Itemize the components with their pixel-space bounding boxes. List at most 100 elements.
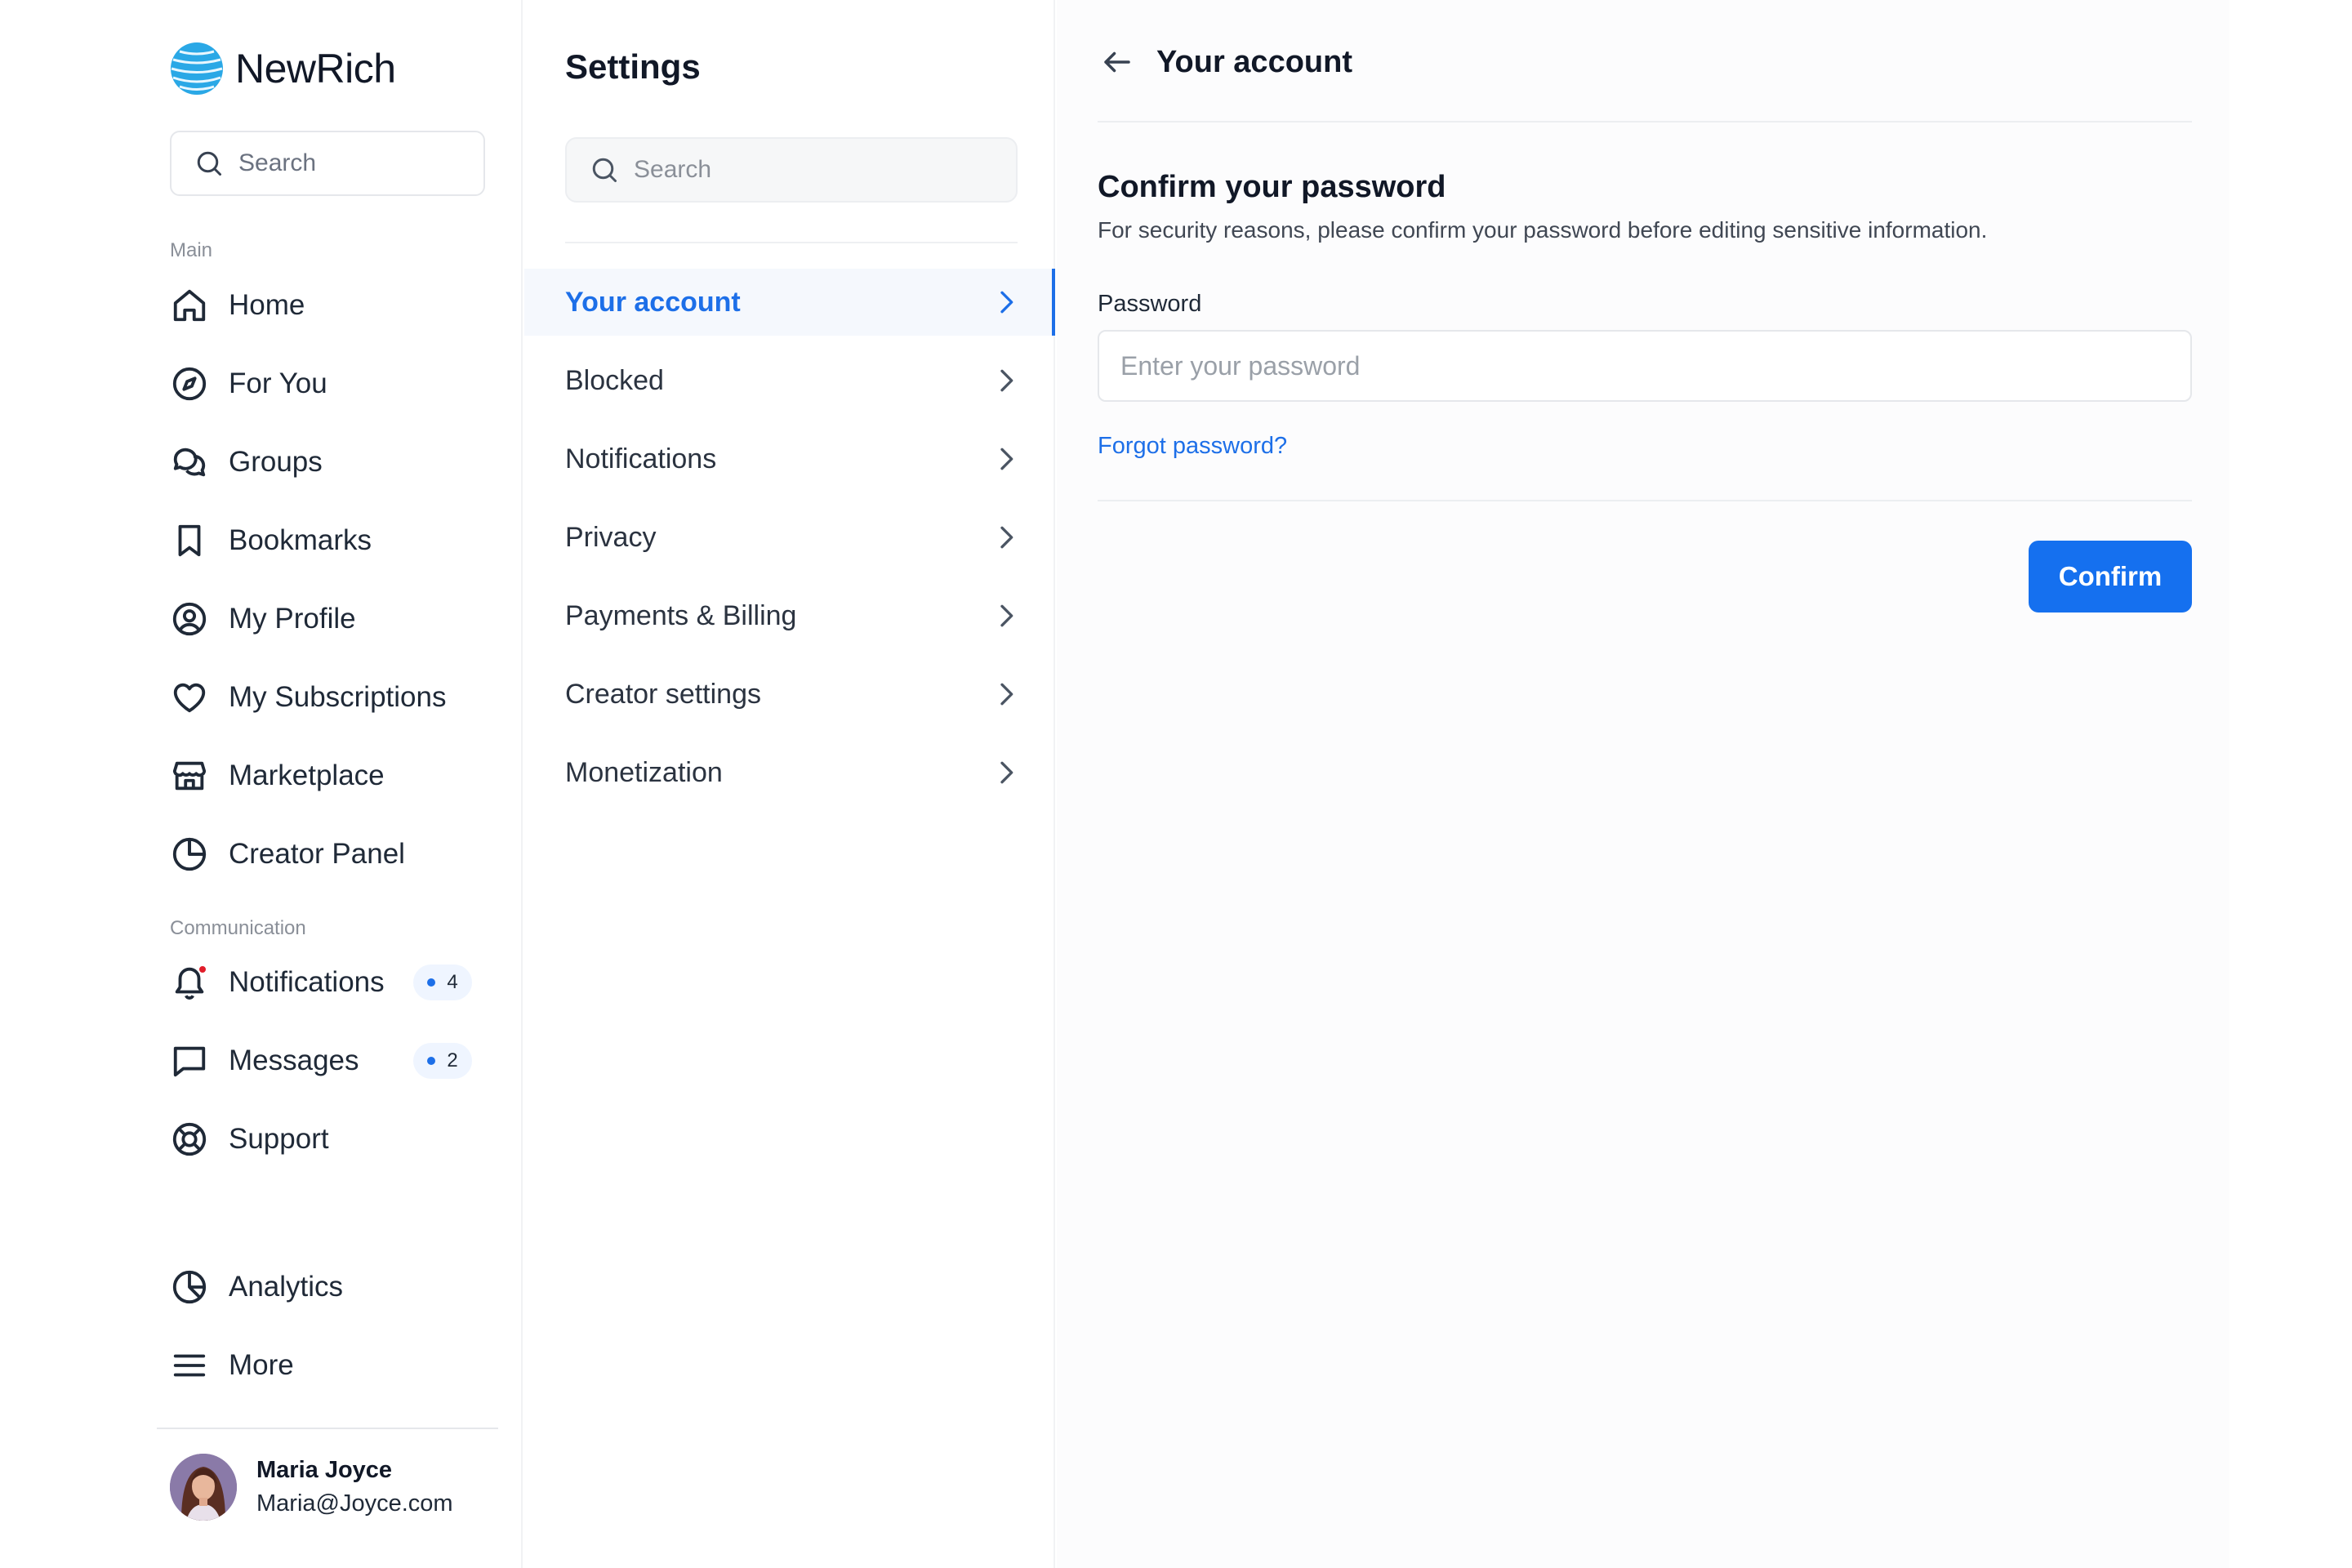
badge-count: 2 <box>447 1049 458 1071</box>
badge-dot <box>427 978 436 987</box>
brand[interactable]: NewRich <box>170 41 396 96</box>
sidebar-item-support[interactable]: Support <box>170 1110 485 1169</box>
pane-header: Your account <box>1098 36 1352 88</box>
count-badge: 2 <box>413 1043 472 1079</box>
sidebar-item-notifications[interactable]: Notifications 4 <box>170 953 485 1012</box>
sidebar-item-label: Notifications <box>229 966 385 998</box>
settings-item-label: Creator settings <box>565 678 761 710</box>
sidebar-item-analytics[interactable]: Analytics <box>170 1258 485 1316</box>
home-icon <box>170 286 209 325</box>
sidebar-item-label: For You <box>229 368 327 399</box>
settings-item-your-account[interactable]: Your account <box>524 269 1055 336</box>
settings-item-blocked[interactable]: Blocked <box>524 347 1055 414</box>
settings-item-label: Privacy <box>565 521 657 553</box>
user-name: Maria Joyce <box>256 1457 393 1483</box>
sidebar-item-my-profile[interactable]: My Profile <box>170 590 485 648</box>
search-placeholder: Search <box>634 156 712 183</box>
section-label-communication: Communication <box>170 917 306 939</box>
compass-icon <box>170 364 209 403</box>
chevron-right-icon <box>990 756 1022 789</box>
password-label: Password <box>1098 291 1202 317</box>
notification-dot <box>198 964 207 974</box>
account-pane: Your account Confirm your password For s… <box>1057 0 2230 1568</box>
sidebar-item-label: Creator Panel <box>229 838 405 870</box>
sidebar-item-label: Analytics <box>229 1271 344 1303</box>
bookmark-icon <box>170 521 209 560</box>
badge-count: 4 <box>447 971 458 993</box>
store-icon <box>170 756 209 795</box>
settings-item-payments-billing[interactable]: Payments & Billing <box>524 582 1055 649</box>
sidebar-item-bookmarks[interactable]: Bookmarks <box>170 511 485 570</box>
count-badge: 4 <box>413 964 472 1000</box>
divider <box>1098 121 2192 122</box>
sidebar-item-home[interactable]: Home <box>170 276 485 335</box>
search-icon <box>590 155 619 185</box>
section-label-main: Main <box>170 239 213 261</box>
globe-logo-icon <box>170 42 224 96</box>
page-title: Your account <box>1156 44 1352 79</box>
search-placeholder: Search <box>238 149 317 176</box>
bell-icon <box>170 963 209 1002</box>
sidebar-item-my-subscriptions[interactable]: My Subscriptions <box>170 668 485 727</box>
settings-item-label: Notifications <box>565 443 717 474</box>
settings-search-input[interactable]: Search <box>565 137 1018 203</box>
sidebar-item-label: Support <box>229 1123 329 1155</box>
chevron-right-icon <box>990 678 1022 710</box>
user-email: Maria@Joyce.com <box>256 1490 453 1517</box>
settings-item-label: Your account <box>565 286 741 318</box>
brand-name: NewRich <box>235 46 396 91</box>
lifebuoy-icon <box>170 1120 209 1159</box>
settings-item-privacy[interactable]: Privacy <box>524 504 1055 571</box>
chevron-right-icon <box>990 364 1022 397</box>
back-arrow-icon[interactable] <box>1098 42 1137 82</box>
pie-chart-icon <box>170 835 209 874</box>
badge-dot <box>427 1057 436 1065</box>
heart-icon <box>170 678 209 717</box>
divider <box>1098 500 2192 501</box>
sidebar-item-label: Home <box>229 289 305 321</box>
user-info: Maria Joyce Maria@Joyce.com <box>256 1457 453 1517</box>
settings-item-label: Monetization <box>565 756 723 788</box>
sidebar-item-groups[interactable]: Groups <box>170 433 485 492</box>
search-icon <box>194 149 224 178</box>
sidebar-item-creator-panel[interactable]: Creator Panel <box>170 825 485 884</box>
sidebar-search-input[interactable]: Search <box>170 131 485 196</box>
settings-item-label: Blocked <box>565 364 664 396</box>
chevron-right-icon <box>990 599 1022 632</box>
settings-panel: Settings Search Your account Blocked Not… <box>524 0 1055 1568</box>
sidebar-item-label: Bookmarks <box>229 524 372 556</box>
chevron-right-icon <box>990 521 1022 554</box>
section-description: For security reasons, please confirm you… <box>1098 217 1988 243</box>
section-heading: Confirm your password <box>1098 170 1446 204</box>
chat-bubbles-icon <box>170 443 209 482</box>
chevron-right-icon <box>990 443 1022 475</box>
sidebar-item-messages[interactable]: Messages 2 <box>170 1031 485 1090</box>
sidebar-item-marketplace[interactable]: Marketplace <box>170 746 485 805</box>
analytics-icon <box>170 1267 209 1307</box>
user-circle-icon <box>170 599 209 639</box>
message-icon <box>170 1041 209 1080</box>
sidebar-item-label: More <box>229 1349 294 1381</box>
password-field[interactable] <box>1098 330 2192 402</box>
settings-item-label: Payments & Billing <box>565 599 797 631</box>
sidebar-item-label: My Subscriptions <box>229 681 447 713</box>
user-profile-card[interactable]: Maria Joyce Maria@Joyce.com <box>170 1454 453 1521</box>
sidebar-item-label: Messages <box>229 1045 359 1076</box>
divider <box>157 1428 498 1429</box>
sidebar-item-label: Groups <box>229 446 323 478</box>
forgot-password-link[interactable]: Forgot password? <box>1098 433 1287 460</box>
sidebar-item-for-you[interactable]: For You <box>170 354 485 413</box>
settings-title: Settings <box>565 47 701 86</box>
settings-item-monetization[interactable]: Monetization <box>524 739 1055 806</box>
divider <box>565 242 1018 243</box>
chevron-right-icon <box>990 286 1022 318</box>
sidebar-item-more[interactable]: More <box>170 1336 485 1395</box>
sidebar-item-label: Marketplace <box>229 760 385 791</box>
settings-item-creator-settings[interactable]: Creator settings <box>524 661 1055 728</box>
menu-icon <box>170 1346 209 1385</box>
avatar[interactable] <box>170 1454 237 1521</box>
main-sidebar: NewRich Search Main Home For You Groups … <box>157 0 523 1568</box>
confirm-button[interactable]: Confirm <box>2029 541 2192 612</box>
sidebar-item-label: My Profile <box>229 603 356 635</box>
settings-item-notifications[interactable]: Notifications <box>524 425 1055 492</box>
